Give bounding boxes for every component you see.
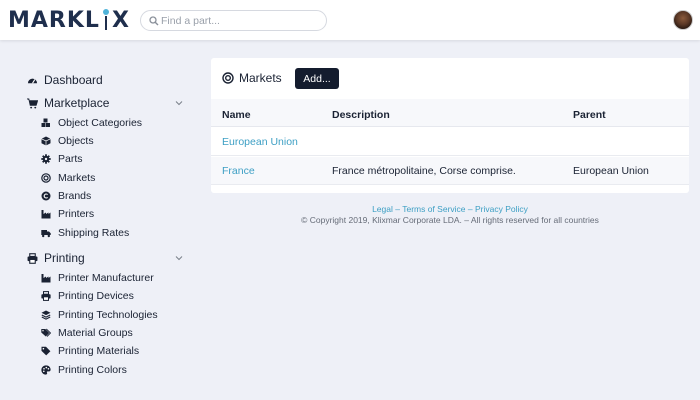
sidebar-item-label: Printer Manufacturer	[58, 272, 154, 284]
legal-link[interactable]: Legal	[372, 204, 393, 214]
sidebar-item-label: Marketplace	[44, 96, 110, 110]
print-icon	[27, 252, 38, 264]
sidebar-item-label: Printers	[58, 208, 95, 220]
market-name-link[interactable]: European Union	[222, 136, 298, 148]
market-parent: European Union	[573, 165, 649, 177]
sidebar-item-label: Objects	[58, 135, 94, 147]
sidebar-item-label: Printing Colors	[58, 364, 127, 376]
cube-icon	[41, 136, 51, 146]
chevron-down-icon[interactable]	[175, 99, 183, 107]
sidebar-item-dashboard[interactable]: Dashboard	[27, 73, 103, 87]
sidebar-item-label: Material Groups	[58, 327, 133, 339]
sidebar-item-printing-materials[interactable]: Printing Materials	[41, 345, 139, 357]
sidebar-item-label: Printing Devices	[58, 290, 134, 302]
copyright-text: © Copyright 2019, Klixmar Corporate LDA.…	[301, 215, 599, 225]
sidebar-item-printers[interactable]: Printers	[41, 208, 94, 220]
cubes-icon	[41, 118, 50, 127]
print-icon	[41, 291, 51, 301]
footer-links: Legal – Terms of Service – Privacy Polic…	[211, 204, 689, 214]
sidebar-item-brands[interactable]: Brands	[41, 190, 91, 202]
table-row[interactable]: France France métropolitaine, Corse comp…	[211, 157, 689, 185]
sidebar-item-label: Markets	[58, 172, 96, 184]
sidebar-item-label: Dashboard	[44, 73, 103, 87]
chevron-down-icon[interactable]	[175, 254, 183, 262]
sidebar-item-label: Printing Materials	[58, 345, 140, 357]
sidebar-item-printing-technologies[interactable]: Printing Technologies	[41, 309, 158, 321]
truck-icon	[41, 230, 51, 238]
tags-icon	[41, 328, 51, 337]
sidebar-item-markets[interactable]: Markets	[41, 172, 95, 184]
sidebar-item-label: Shipping Rates	[58, 227, 130, 239]
sidebar-item-objects[interactable]: Objects	[41, 135, 94, 147]
sidebar-item-label: Parts	[58, 153, 83, 165]
layer-group-icon	[41, 310, 51, 320]
sidebar-item-label: Printing Technologies	[58, 309, 158, 321]
tag-icon	[41, 346, 51, 356]
search-icon	[149, 15, 159, 25]
target-icon	[41, 173, 51, 183]
cog-icon	[41, 154, 51, 164]
sidebar-item-object-categories[interactable]: Object Categories	[41, 117, 142, 129]
search-box[interactable]	[140, 10, 327, 31]
sidebar: Dashboard Marketplace Object Categories …	[0, 40, 200, 400]
column-header-name[interactable]: Name	[222, 109, 251, 121]
logo-text-left: MARKL	[8, 7, 100, 33]
table-header: Name Description Parent	[211, 99, 689, 127]
sidebar-item-printing[interactable]: Printing	[27, 251, 85, 265]
table-row[interactable]: European Union	[211, 128, 689, 156]
sidebar-item-shipping-rates[interactable]: Shipping Rates	[41, 227, 129, 239]
logo-pin-glyph	[101, 9, 111, 31]
sidebar-item-label: Printing	[44, 251, 85, 265]
dashboard-icon	[27, 78, 38, 84]
top-header: MARKL X	[0, 0, 700, 40]
search-input[interactable]	[161, 14, 321, 27]
target-icon	[222, 72, 234, 84]
terms-link[interactable]: Terms of Service	[402, 204, 465, 214]
page-title-text: Markets	[239, 71, 282, 85]
markets-card: Markets Add... Name Description Parent E…	[211, 58, 689, 193]
palette-icon	[41, 365, 51, 375]
sidebar-item-material-groups[interactable]: Material Groups	[41, 327, 133, 339]
sidebar-item-printing-devices[interactable]: Printing Devices	[41, 290, 134, 302]
column-header-description[interactable]: Description	[332, 109, 390, 121]
footer-separator: –	[395, 204, 400, 214]
page-title: Markets	[222, 71, 282, 85]
privacy-link[interactable]: Privacy Policy	[475, 204, 528, 214]
industry-icon	[41, 274, 51, 283]
market-name-link[interactable]: France	[222, 165, 255, 177]
sidebar-item-marketplace[interactable]: Marketplace	[27, 96, 109, 110]
sidebar-item-parts[interactable]: Parts	[41, 153, 83, 165]
market-description: France métropolitaine, Corse comprise.	[332, 165, 516, 177]
cart-icon	[27, 97, 38, 109]
logo-text-right: X	[111, 7, 130, 33]
copyright-icon	[41, 191, 51, 201]
sidebar-item-printer-manufacturer[interactable]: Printer Manufacturer	[41, 272, 154, 284]
sidebar-item-label: Object Categories	[58, 117, 143, 129]
sidebar-item-printing-colors[interactable]: Printing Colors	[41, 364, 127, 376]
add-button[interactable]: Add...	[295, 68, 339, 89]
footer-separator: –	[467, 204, 473, 214]
user-avatar[interactable]	[673, 10, 693, 30]
column-header-parent[interactable]: Parent	[573, 109, 606, 121]
sidebar-item-label: Brands	[58, 190, 92, 202]
markleix-logo[interactable]: MARKL X	[8, 6, 130, 34]
industry-icon	[41, 210, 51, 219]
